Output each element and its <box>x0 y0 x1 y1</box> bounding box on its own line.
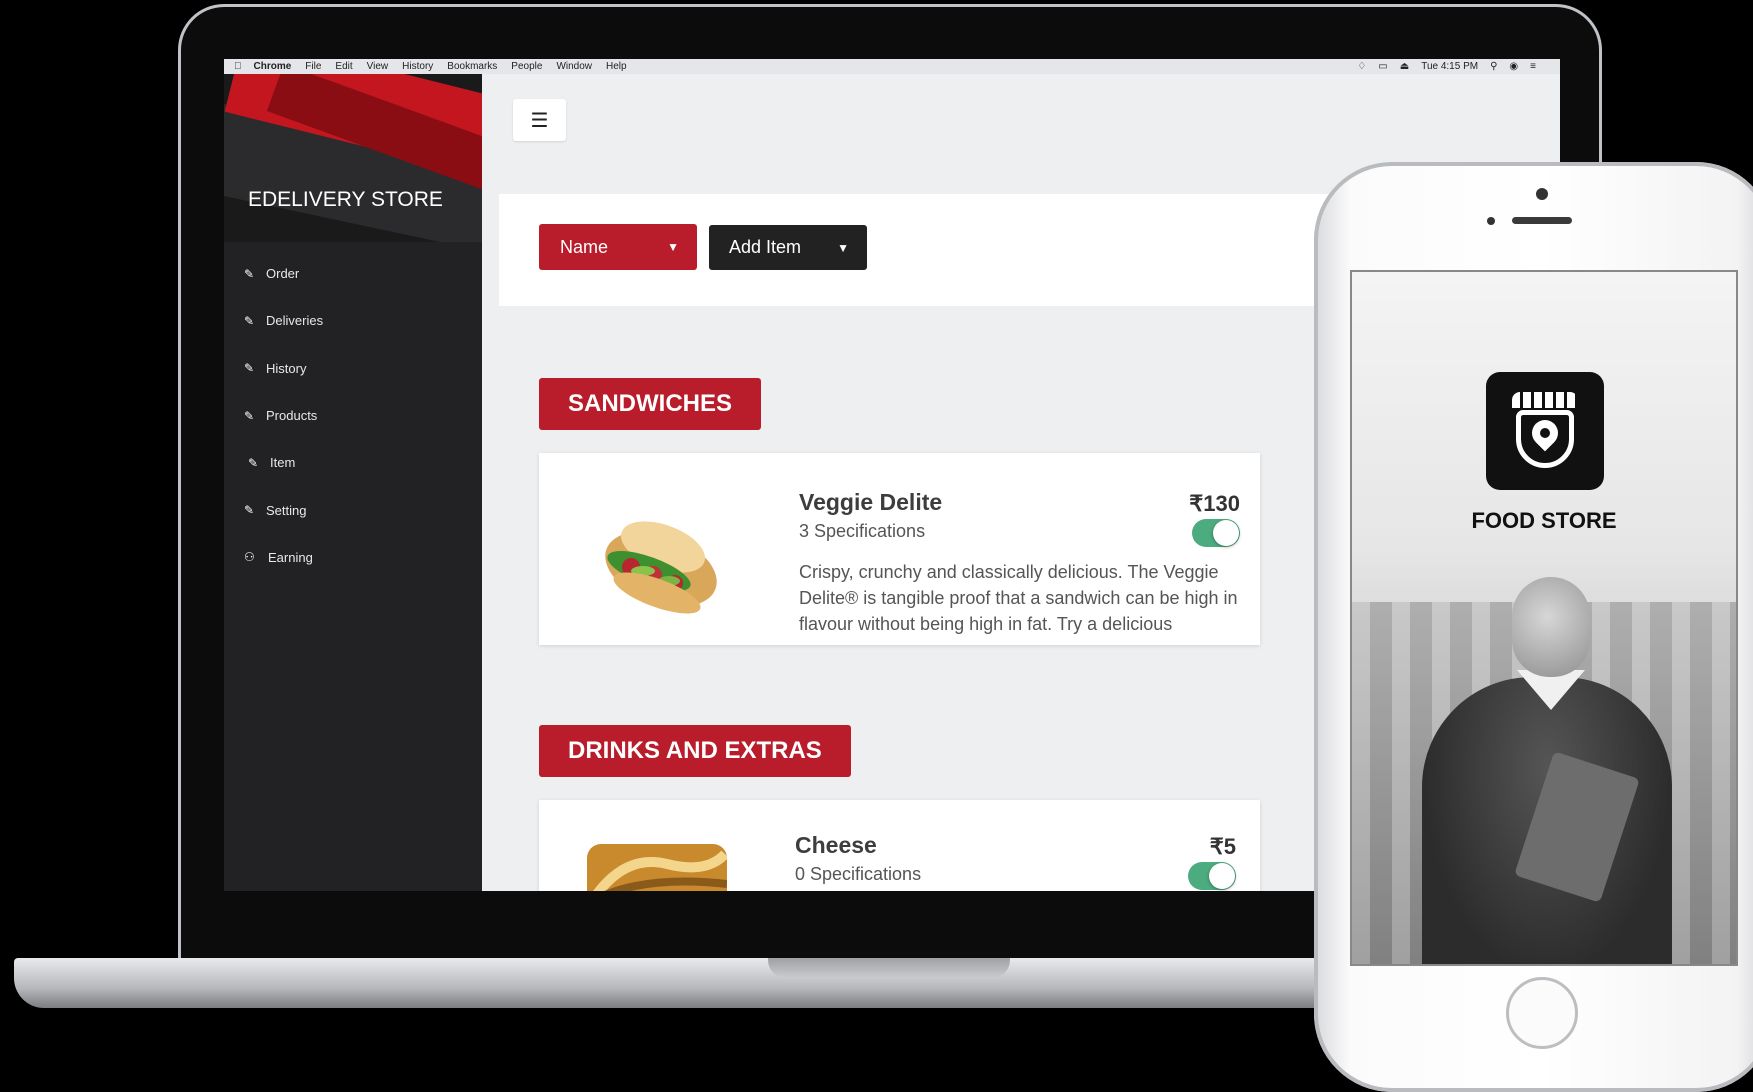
menu-edit[interactable]: Edit <box>335 61 352 72</box>
phone-camera <box>1536 188 1548 200</box>
sidebar-item-label: History <box>266 360 307 376</box>
sidebar-item-label: Order <box>266 266 300 282</box>
sidebar-item-label: Earning <box>268 549 313 565</box>
phone-home-button[interactable] <box>1506 977 1578 1049</box>
app-title: FOOD STORE <box>1471 508 1617 533</box>
store-pin-logo-icon <box>1486 372 1604 490</box>
product-specs: 0 Specifications <box>795 864 922 884</box>
menu-bookmarks[interactable]: Bookmarks <box>447 61 497 72</box>
pencil-icon: ✎ <box>244 408 255 423</box>
product-description: Crispy, crunchy and classically deliciou… <box>799 562 1238 634</box>
product-name: Veggie Delite <box>799 489 943 515</box>
laptop-base <box>14 958 1494 1008</box>
product-card[interactable]: Veggie Delite 3 Specifications ₹130 Cris… <box>539 453 1260 645</box>
pencil-icon: ✎ <box>244 361 255 376</box>
airplay-icon[interactable]: ▭ <box>1378 61 1387 72</box>
availability-toggle[interactable] <box>1188 862 1236 890</box>
mac-menubar:  Chrome File Edit View History Bookmark… <box>224 59 1560 74</box>
product-specs: 3 Specifications <box>799 521 926 541</box>
menu-people[interactable]: People <box>511 61 542 72</box>
sandwich-image <box>605 521 717 614</box>
caret-down-icon: ▼ <box>837 240 849 255</box>
cheese-image <box>587 844 727 891</box>
siri-icon[interactable]: ◉ <box>1509 61 1518 72</box>
caret-down-icon: ▼ <box>667 240 679 254</box>
add-item-dropdown-button[interactable]: Add Item ▼ <box>709 225 867 270</box>
product-toolbar: Name ▼ Add Item ▼ <box>499 194 1399 306</box>
phone-speaker <box>1512 217 1572 224</box>
awning-shape <box>1512 392 1578 408</box>
eject-icon[interactable]: ⏏ <box>1400 61 1409 72</box>
notification-list-icon[interactable]: ≡ <box>1530 61 1536 72</box>
wifi-icon[interactable]: ♢ <box>1357 61 1366 72</box>
sidebar-header: EDELIVERY STORE <box>224 74 482 242</box>
pencil-icon: ✎ <box>244 313 255 328</box>
pencil-icon: ✎ <box>248 455 259 470</box>
product-name: Cheese <box>795 832 877 858</box>
menu-view[interactable]: View <box>367 61 389 72</box>
toggle-knob <box>1209 863 1235 889</box>
menubar-clock[interactable]: Tue 4:15 PM <box>1421 61 1478 72</box>
sidebar-item-order[interactable]: ✎ Order <box>224 250 482 297</box>
menubar-status: ♢ ▭ ⏏ Tue 4:15 PM ⚲ ◉ ≡ <box>1357 61 1536 72</box>
product-price: ₹5 <box>1209 834 1236 859</box>
menu-window[interactable]: Window <box>556 61 592 72</box>
person-head-image <box>1512 577 1590 677</box>
sidebar-item-item[interactable]: ✎ Item <box>224 439 482 486</box>
store-title: EDELIVERY STORE <box>248 188 443 211</box>
apple-icon[interactable]:  <box>234 61 242 72</box>
sidebar-item-label: Setting <box>266 502 307 518</box>
product-card[interactable]: Cheese 0 Specifications ₹5 <box>539 800 1260 891</box>
hamburger-menu-button[interactable]: ☰ <box>513 99 566 141</box>
sidebar: EDELIVERY STORE ✎ Order ✎ Deliveries ✎ H… <box>224 74 482 891</box>
pencil-icon: ✎ <box>244 266 255 281</box>
menu-file[interactable]: File <box>305 61 321 72</box>
sidebar-item-setting[interactable]: ✎ Setting <box>224 486 482 533</box>
category-header-drinks-and-extras: DRINKS AND EXTRAS <box>539 725 851 777</box>
sidebar-item-earning[interactable]: ⚇ Earning <box>224 534 482 581</box>
sidebar-item-label: Products <box>266 408 318 424</box>
spotlight-search-icon[interactable]: ⚲ <box>1490 61 1497 72</box>
product-price: ₹130 <box>1189 491 1240 516</box>
menu-help[interactable]: Help <box>606 61 627 72</box>
menubar-app[interactable]: Chrome <box>254 61 292 72</box>
sort-dropdown-button[interactable]: Name ▼ <box>539 224 697 270</box>
sidebar-nav: ✎ Order ✎ Deliveries ✎ History ✎ Product… <box>224 250 482 581</box>
add-item-label: Add Item <box>729 237 802 257</box>
users-icon: ⚇ <box>244 550 255 565</box>
phone-screen: FOOD STORE <box>1350 270 1738 966</box>
pencil-icon: ✎ <box>244 503 255 518</box>
sort-dropdown-label: Name <box>560 236 609 257</box>
phone-sensor <box>1487 217 1495 225</box>
pin-hole-shape <box>1540 428 1550 438</box>
sidebar-item-label: Deliveries <box>266 313 324 329</box>
sidebar-item-label: Item <box>270 455 296 471</box>
laptop-notch <box>768 958 1010 978</box>
sidebar-item-history[interactable]: ✎ History <box>224 345 482 392</box>
hamburger-icon: ☰ <box>530 109 549 132</box>
availability-toggle[interactable] <box>1192 519 1240 547</box>
menu-history[interactable]: History <box>402 61 433 72</box>
category-header-sandwiches: SANDWICHES <box>539 378 762 430</box>
toggle-knob <box>1213 520 1239 546</box>
sidebar-item-products[interactable]: ✎ Products <box>224 392 482 439</box>
sidebar-item-deliveries[interactable]: ✎ Deliveries <box>224 297 482 344</box>
